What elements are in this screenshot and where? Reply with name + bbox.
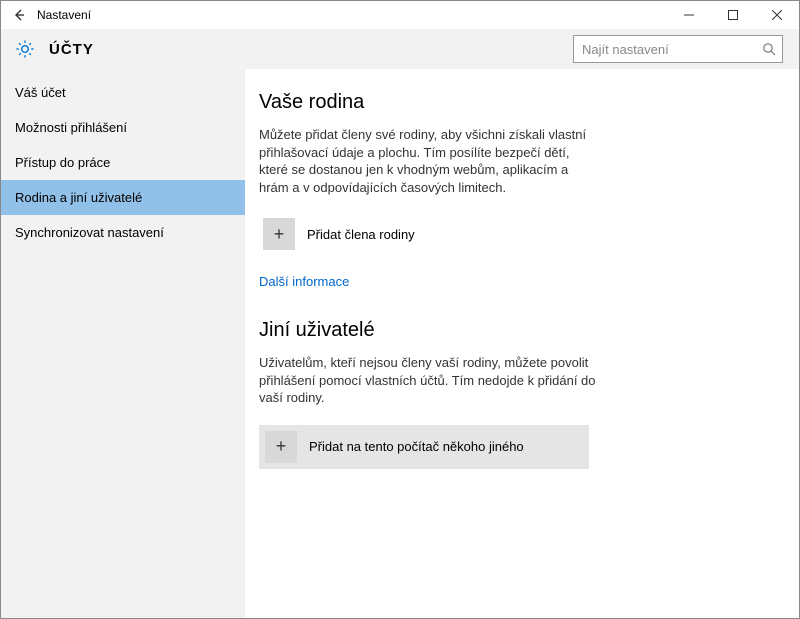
more-info-link[interactable]: Další informace — [259, 274, 349, 289]
sidebar-item-work-access[interactable]: Přístup do práce — [1, 145, 245, 180]
sidebar-item-account[interactable]: Váš účet — [1, 75, 245, 110]
section-text-other-users: Uživatelům, kteří nejsou členy vaší rodi… — [259, 354, 599, 407]
body: Váš účet Možnosti přihlášení Přístup do … — [1, 69, 799, 618]
plus-icon: + — [265, 431, 297, 463]
search-box[interactable] — [573, 35, 783, 63]
sidebar-item-signin-options[interactable]: Možnosti přihlášení — [1, 110, 245, 145]
sidebar-item-label: Synchronizovat nastavení — [15, 225, 164, 240]
sidebar-item-label: Možnosti přihlášení — [15, 120, 127, 135]
add-family-member-button[interactable]: + Přidat člena rodiny — [259, 214, 589, 254]
page-title: ÚČTY — [49, 41, 573, 58]
sidebar-item-label: Rodina a jiní uživatelé — [15, 190, 142, 205]
titlebar: Nastavení — [1, 1, 799, 29]
close-icon — [772, 10, 782, 20]
add-other-user-button[interactable]: + Přidat na tento počítač někoho jiného — [259, 425, 589, 469]
add-other-user-label: Přidat na tento počítač někoho jiného — [309, 439, 524, 454]
sidebar-item-label: Váš účet — [15, 85, 66, 100]
sidebar-item-sync[interactable]: Synchronizovat nastavení — [1, 215, 245, 250]
back-button[interactable] — [5, 1, 33, 29]
section-text-family: Můžete přidat členy své rodiny, aby všic… — [259, 126, 599, 196]
window-controls — [667, 1, 799, 29]
arrow-left-icon — [12, 8, 26, 22]
section-title-other-users: Jiní uživatelé — [259, 319, 769, 342]
header: ÚČTY — [1, 29, 799, 69]
sidebar: Váš účet Možnosti přihlášení Přístup do … — [1, 69, 245, 618]
sidebar-item-family-users[interactable]: Rodina a jiní uživatelé — [1, 180, 245, 215]
search-icon — [762, 42, 776, 56]
minimize-icon — [684, 10, 694, 20]
plus-icon: + — [263, 218, 295, 250]
content: Vaše rodina Můžete přidat členy své rodi… — [245, 69, 799, 618]
add-family-member-label: Přidat člena rodiny — [307, 227, 415, 242]
maximize-icon — [728, 10, 738, 20]
search-input[interactable] — [582, 42, 762, 57]
minimize-button[interactable] — [667, 1, 711, 29]
window-title: Nastavení — [33, 8, 667, 22]
close-button[interactable] — [755, 1, 799, 29]
gear-icon — [15, 39, 35, 59]
section-title-family: Vaše rodina — [259, 91, 769, 114]
maximize-button[interactable] — [711, 1, 755, 29]
sidebar-item-label: Přístup do práce — [15, 155, 110, 170]
